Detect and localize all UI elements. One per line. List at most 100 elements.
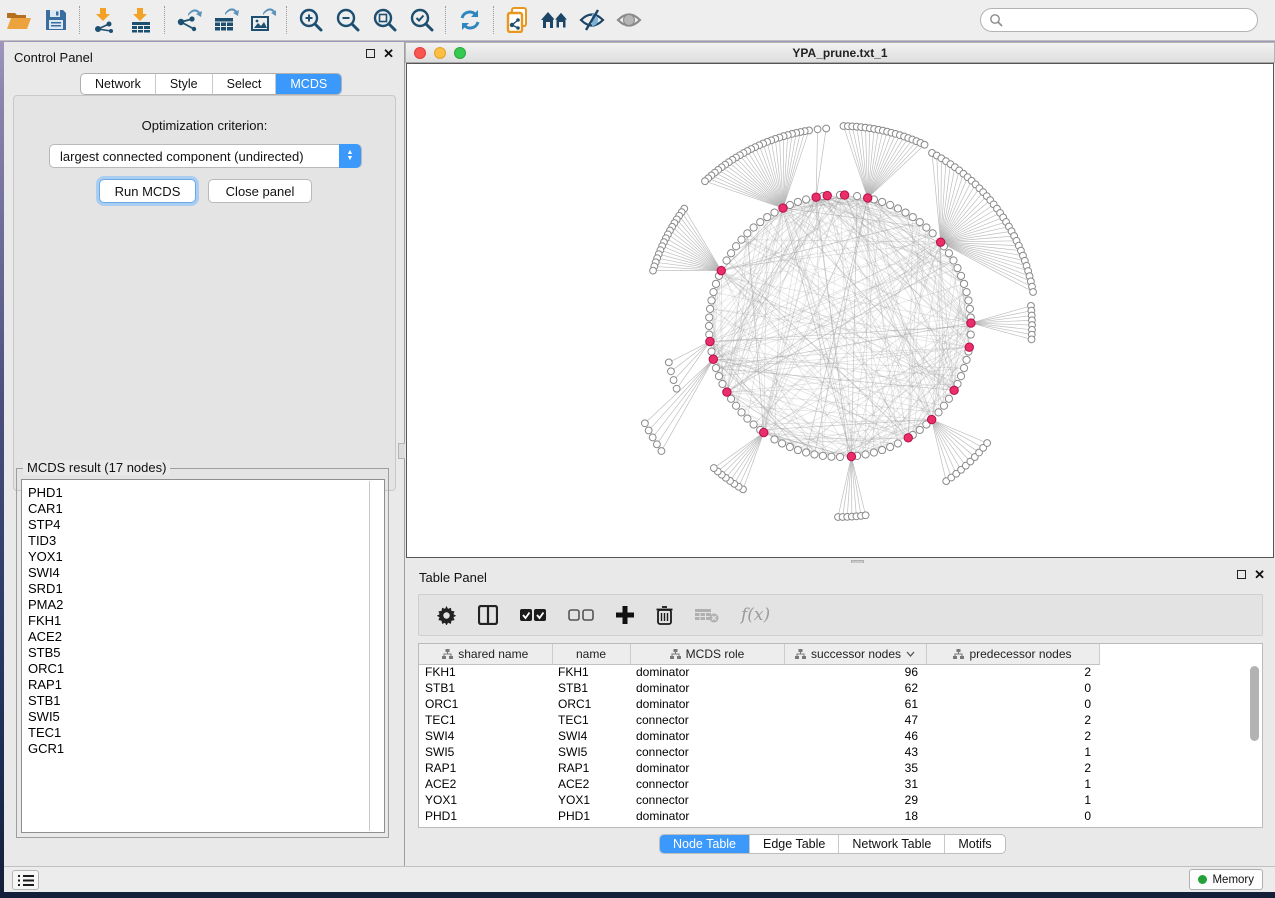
- network-node[interactable]: [945, 395, 952, 402]
- tab-network[interactable]: Network: [81, 74, 156, 94]
- table-cell[interactable]: YOX1: [419, 792, 552, 808]
- float-panel-icon[interactable]: [1237, 570, 1246, 579]
- network-node[interactable]: [708, 348, 715, 355]
- tab-select[interactable]: Select: [213, 74, 277, 94]
- network-node[interactable]: [757, 218, 764, 225]
- network-node[interactable]: [960, 280, 967, 287]
- close-panel-icon[interactable]: ✕: [1254, 570, 1265, 579]
- network-node[interactable]: [764, 213, 771, 220]
- open-file-button[interactable]: [0, 3, 37, 37]
- mcds-hub-node[interactable]: [967, 319, 975, 327]
- table-row[interactable]: SWI4SWI4dominator462: [419, 728, 1262, 744]
- network-node[interactable]: [940, 402, 947, 409]
- column-header-shared-name[interactable]: shared name: [419, 644, 552, 664]
- mcds-result-item[interactable]: CAR1: [28, 501, 384, 517]
- mcds-list-scrollbar[interactable]: [369, 481, 370, 831]
- first-neighbors-button[interactable]: [536, 3, 573, 37]
- mcds-result-item[interactable]: TEC1: [28, 725, 384, 741]
- zoom-out-button[interactable]: [329, 3, 366, 37]
- table-cell[interactable]: dominator: [630, 696, 784, 712]
- network-node[interactable]: [707, 305, 714, 312]
- table-cell[interactable]: TEC1: [552, 712, 630, 728]
- network-node[interactable]: [712, 280, 719, 287]
- table-cell[interactable]: ORC1: [419, 696, 552, 712]
- network-node[interactable]: [712, 365, 719, 372]
- mcds-hub-node[interactable]: [950, 386, 958, 394]
- network-node[interactable]: [916, 218, 923, 225]
- network-node[interactable]: [957, 373, 964, 380]
- table-row[interactable]: STB1STB1dominator620: [419, 680, 1262, 696]
- mcds-result-item[interactable]: ACE2: [28, 629, 384, 645]
- table-row[interactable]: RAP1RAP1dominator352: [419, 760, 1262, 776]
- mcds-hub-node[interactable]: [904, 434, 912, 442]
- table-row[interactable]: ACE2ACE2connector311: [419, 776, 1262, 792]
- table-cell[interactable]: 1: [926, 776, 1099, 792]
- mcds-result-item[interactable]: STB5: [28, 645, 384, 661]
- float-panel-icon[interactable]: [366, 49, 375, 58]
- mcds-result-item[interactable]: PMA2: [28, 597, 384, 613]
- table-scrollbar[interactable]: [1250, 666, 1259, 741]
- network-node[interactable]: [819, 452, 826, 459]
- table-cell[interactable]: 1: [926, 792, 1099, 808]
- network-node[interactable]: [902, 209, 909, 216]
- table-cell[interactable]: 2: [926, 664, 1099, 680]
- network-node[interactable]: [879, 446, 886, 453]
- table-cell[interactable]: PHD1: [419, 808, 552, 824]
- table-cell[interactable]: 96: [784, 664, 926, 680]
- run-mcds-button[interactable]: Run MCDS: [99, 179, 196, 203]
- network-node[interactable]: [894, 440, 901, 447]
- network-window-titlebar[interactable]: YPA_prune.txt_1: [405, 42, 1275, 63]
- table-cell[interactable]: 62: [784, 680, 926, 696]
- mcds-result-item[interactable]: RAP1: [28, 677, 384, 693]
- select-all-button[interactable]: [520, 609, 546, 622]
- network-node[interactable]: [771, 209, 778, 216]
- network-node[interactable]: [794, 198, 801, 205]
- column-header-MCDS-role[interactable]: MCDS role: [630, 644, 784, 664]
- tab-node-table[interactable]: Node Table: [660, 835, 750, 853]
- table-cell[interactable]: 0: [926, 696, 1099, 712]
- table-cell[interactable]: 35: [784, 760, 926, 776]
- zoom-fit-button[interactable]: [366, 3, 403, 37]
- network-node[interactable]: [965, 297, 972, 304]
- table-cell[interactable]: ACE2: [552, 776, 630, 792]
- table-row[interactable]: SWI5SWI5connector431: [419, 744, 1262, 760]
- network-node[interactable]: [744, 415, 751, 422]
- task-history-button[interactable]: [12, 870, 39, 890]
- table-cell[interactable]: ACE2: [419, 776, 552, 792]
- network-node[interactable]: [963, 356, 970, 363]
- export-table-button[interactable]: [207, 3, 244, 37]
- settings-gear-button[interactable]: [437, 606, 456, 625]
- table-cell[interactable]: SWI4: [419, 728, 552, 744]
- mcds-hub-node[interactable]: [863, 194, 871, 202]
- close-panel-button[interactable]: Close panel: [208, 179, 312, 203]
- network-node[interactable]: [750, 224, 757, 231]
- mcds-result-item[interactable]: FKH1: [28, 613, 384, 629]
- delete-column-button[interactable]: [656, 605, 673, 625]
- table-cell[interactable]: 47: [784, 712, 926, 728]
- mcds-hub-node[interactable]: [717, 266, 725, 274]
- network-node[interactable]: [916, 426, 923, 433]
- mcds-hub-node[interactable]: [823, 191, 831, 199]
- zoom-in-button[interactable]: [292, 3, 329, 37]
- network-node[interactable]: [710, 288, 717, 295]
- import-table-button[interactable]: [122, 3, 159, 37]
- table-cell[interactable]: STB1: [552, 680, 630, 696]
- network-node[interactable]: [708, 297, 715, 304]
- table-cell[interactable]: RAP1: [552, 760, 630, 776]
- export-network-button[interactable]: [170, 3, 207, 37]
- mcds-result-item[interactable]: SWI4: [28, 565, 384, 581]
- mcds-result-item[interactable]: GCR1: [28, 741, 384, 757]
- network-node[interactable]: [738, 236, 745, 243]
- table-cell[interactable]: dominator: [630, 760, 784, 776]
- network-node[interactable]: [960, 365, 967, 372]
- network-node[interactable]: [954, 264, 961, 271]
- network-node[interactable]: [828, 453, 835, 460]
- network-node[interactable]: [706, 314, 713, 321]
- close-panel-icon[interactable]: ✕: [383, 49, 394, 58]
- mcds-hub-node[interactable]: [723, 388, 731, 396]
- tab-mcds[interactable]: MCDS: [276, 74, 341, 94]
- table-cell[interactable]: dominator: [630, 664, 784, 680]
- network-node[interactable]: [786, 443, 793, 450]
- network-node[interactable]: [950, 257, 957, 264]
- mcds-result-item[interactable]: SWI5: [28, 709, 384, 725]
